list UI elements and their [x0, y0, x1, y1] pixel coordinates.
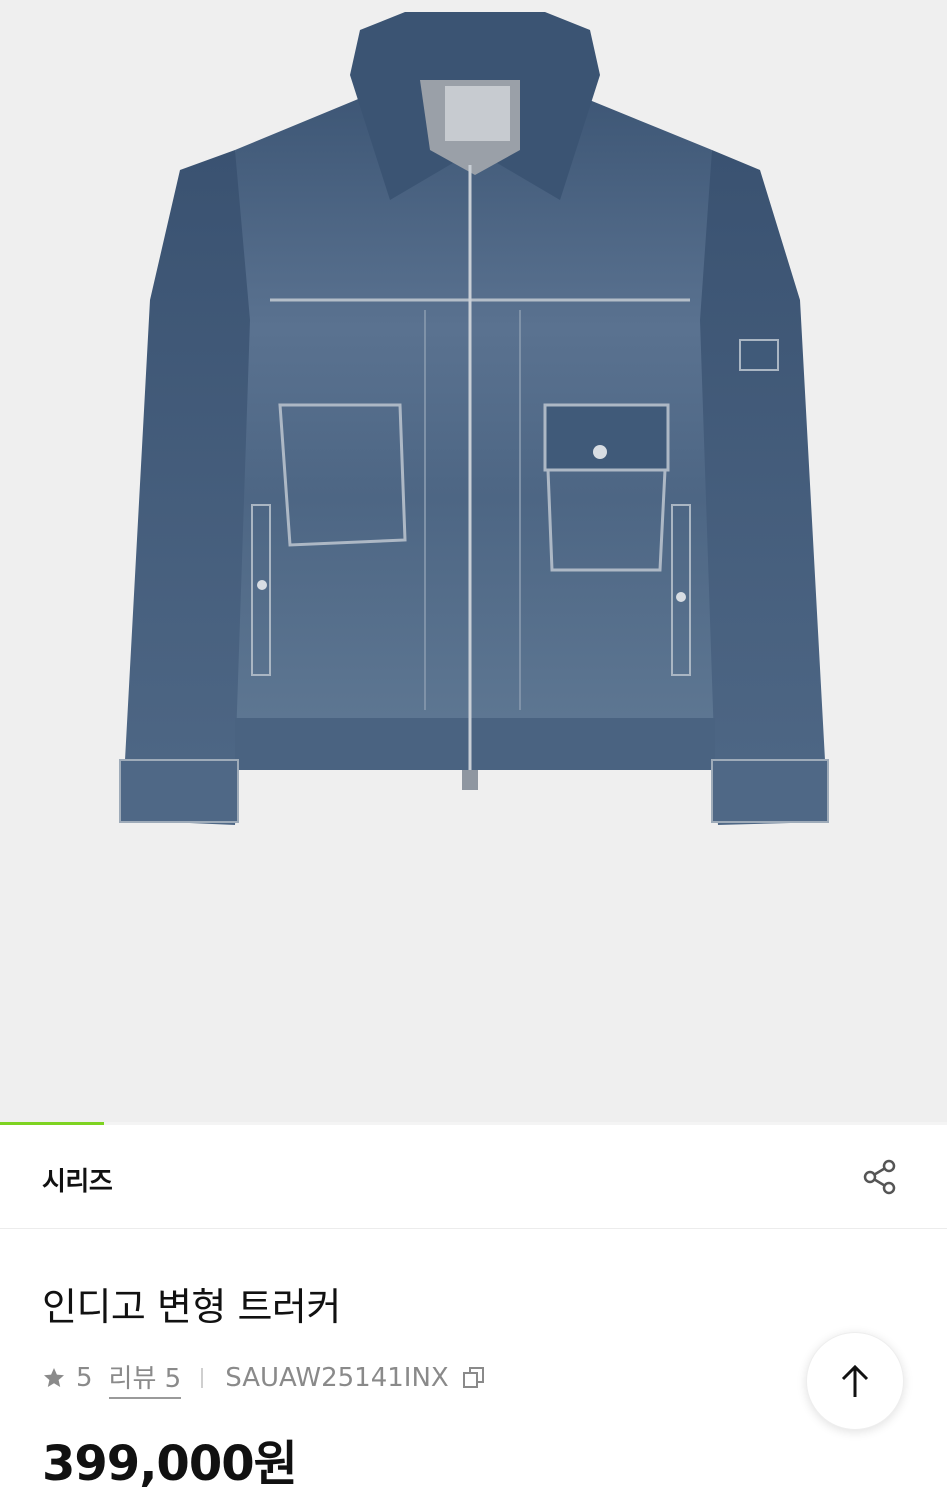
product-detail-page: 시리즈 인디고 변형 트러커 5 리뷰 5 SAUAW25141INX 399,… — [0, 0, 947, 1500]
brand-bar: 시리즈 — [0, 1127, 947, 1229]
meta-divider — [201, 1368, 204, 1388]
product-meta-row: 5 리뷰 5 SAUAW25141INX — [42, 1358, 487, 1399]
image-carousel-progress — [0, 1122, 947, 1125]
product-title: 인디고 변형 트러커 — [42, 1285, 341, 1329]
image-carousel-progress-fill — [0, 1122, 105, 1125]
product-code: SAUAW25141INX — [225, 1363, 449, 1393]
product-image[interactable] — [0, 0, 947, 1125]
star-icon — [42, 1366, 66, 1390]
jacket-illustration — [119, 12, 829, 825]
brand-name-link[interactable]: 시리즈 — [42, 1161, 113, 1198]
product-price: 399,000원 — [42, 1436, 298, 1492]
share-button[interactable] — [852, 1149, 908, 1205]
review-count-link[interactable]: 리뷰 5 — [108, 1358, 182, 1399]
copy-icon[interactable] — [461, 1365, 487, 1391]
share-icon — [863, 1159, 896, 1195]
rating-value: 5 — [76, 1363, 93, 1393]
scroll-to-top-button[interactable] — [806, 1332, 904, 1430]
arrow-up-icon — [841, 1364, 869, 1397]
